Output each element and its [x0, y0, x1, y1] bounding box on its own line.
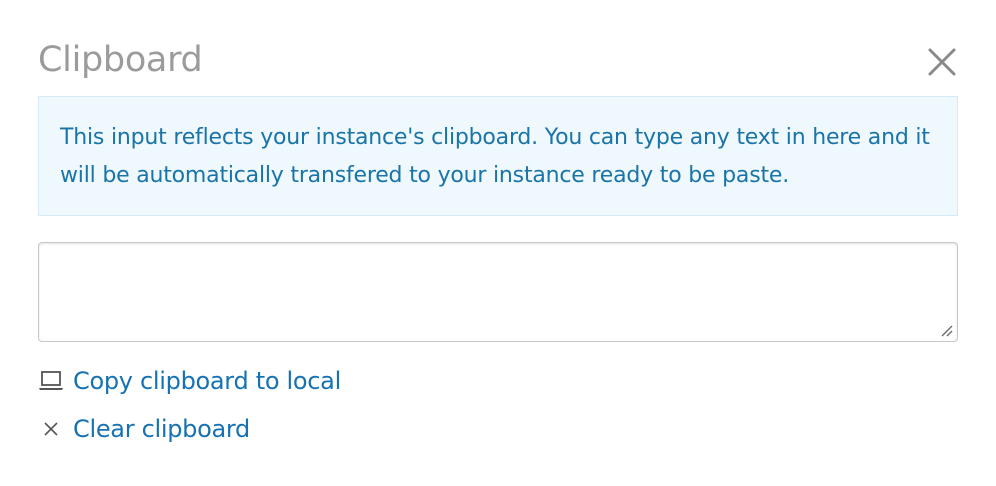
clear-clipboard-link[interactable]: Clear clipboard: [38, 412, 250, 446]
copy-clipboard-label: Copy clipboard to local: [73, 367, 341, 395]
dialog-title: Clipboard: [38, 40, 203, 80]
clipboard-dialog: Clipboard This input reflects your insta…: [0, 0, 996, 486]
info-alert: This input reflects your instance's clip…: [38, 96, 958, 216]
clipboard-textarea[interactable]: [38, 242, 958, 342]
resize-handle-icon[interactable]: [938, 322, 954, 338]
close-button[interactable]: [924, 44, 960, 80]
close-icon: [924, 44, 960, 80]
clear-clipboard-label: Clear clipboard: [73, 415, 250, 443]
laptop-icon: [38, 368, 64, 394]
copy-clipboard-to-local-link[interactable]: Copy clipboard to local: [38, 364, 341, 398]
clear-x-icon: [38, 416, 64, 442]
info-text: This input reflects your instance's clip…: [60, 125, 930, 188]
